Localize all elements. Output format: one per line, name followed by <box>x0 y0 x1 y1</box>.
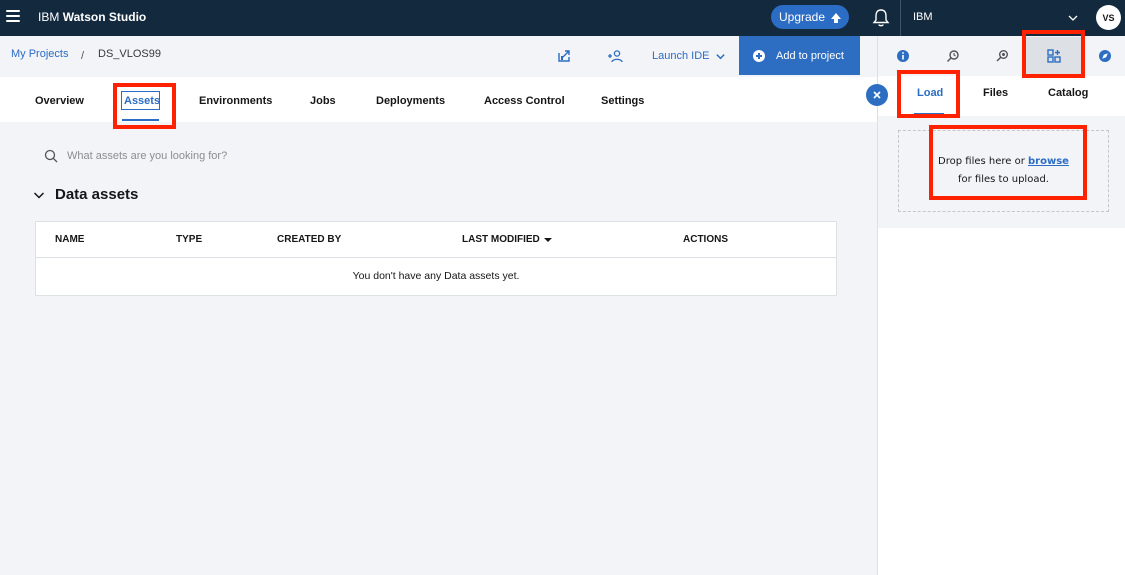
column-name: NAME <box>55 234 85 245</box>
upgrade-arrow-icon <box>831 13 842 23</box>
search-icon <box>44 149 58 163</box>
notifications-bell-icon[interactable] <box>872 8 890 28</box>
tab-jobs[interactable]: Jobs <box>310 95 336 107</box>
chevron-down-icon <box>716 53 726 59</box>
side-panel-tabs: Load Files Catalog <box>878 76 1125 116</box>
asset-search[interactable] <box>44 149 367 163</box>
browse-link[interactable]: browse <box>1028 156 1069 167</box>
data-assets-grid-icon[interactable] <box>1046 48 1062 64</box>
data-assets-table: NAME TYPE CREATED BY LAST MODIFIED ACTIO… <box>35 221 837 296</box>
tab-files[interactable]: Files <box>983 87 1008 99</box>
launch-ide-dropdown[interactable]: Launch IDE <box>652 50 726 62</box>
add-to-project-label: Add to project <box>776 49 844 62</box>
upgrade-button[interactable]: Upgrade <box>771 5 849 29</box>
column-last-modified-label: LAST MODIFIED <box>462 234 540 245</box>
launch-ide-label: Launch IDE <box>652 50 710 62</box>
project-header: My Projects / DS_VLOS99 Launch IDE Add t… <box>0 36 877 76</box>
tab-overview[interactable]: Overview <box>35 95 84 107</box>
add-circle-icon <box>753 49 765 62</box>
upgrade-label: Upgrade <box>778 10 826 24</box>
tab-catalog[interactable]: Catalog <box>1048 87 1088 99</box>
close-icon <box>873 91 881 99</box>
sort-descending-icon <box>543 237 552 242</box>
column-type: TYPE <box>176 234 203 245</box>
load-panel: Drop files here or browse for files to u… <box>878 116 1125 228</box>
product-brand[interactable]: IBM Watson Studio <box>38 10 146 24</box>
tab-settings[interactable]: Settings <box>601 95 644 107</box>
side-panel-toolbar <box>878 36 1125 76</box>
empty-table-message: You don't have any Data assets yet. <box>352 270 520 282</box>
hamburger-menu-icon[interactable] <box>6 9 20 23</box>
search-input[interactable] <box>67 150 367 162</box>
side-panel: Load Files Catalog Drop files here or br… <box>877 36 1125 575</box>
account-switcher[interactable]: IBM <box>913 11 933 23</box>
chevron-down-icon[interactable] <box>1067 12 1079 24</box>
find-replace-icon[interactable] <box>994 48 1010 64</box>
column-last-modified[interactable]: LAST MODIFIED <box>462 234 552 245</box>
active-tab-indicator <box>914 113 944 115</box>
tab-access-control[interactable]: Access Control <box>484 95 565 107</box>
compass-icon[interactable] <box>1097 48 1113 64</box>
breadcrumb-my-projects[interactable]: My Projects <box>11 48 68 60</box>
user-avatar[interactable]: VS <box>1096 5 1121 30</box>
collaborator-icon[interactable] <box>607 48 623 64</box>
active-tab-indicator <box>122 119 159 121</box>
dropzone-text-before: Drop files here or <box>938 156 1025 167</box>
breadcrumb-separator: / <box>81 50 85 62</box>
close-panel-button[interactable] <box>866 84 888 106</box>
topbar-divider <box>900 0 901 36</box>
column-actions: ACTIONS <box>683 234 728 245</box>
tab-deployments[interactable]: Deployments <box>376 95 445 107</box>
lookup-icon[interactable] <box>945 48 961 64</box>
chevron-down-icon <box>33 191 45 199</box>
column-created-by: CREATED BY <box>277 234 342 245</box>
add-to-project-button[interactable]: Add to project <box>739 36 860 75</box>
file-dropzone[interactable]: Drop files here or browse for files to u… <box>898 130 1109 212</box>
dropzone-line-1: Drop files here or browse <box>938 153 1069 171</box>
info-icon[interactable] <box>895 48 911 64</box>
export-icon[interactable] <box>556 48 572 64</box>
tab-environments[interactable]: Environments <box>199 95 272 107</box>
table-header: NAME TYPE CREATED BY LAST MODIFIED ACTIO… <box>36 222 836 258</box>
brand-prefix: IBM <box>38 10 60 24</box>
dropzone-text-after: for files to upload. <box>957 174 1049 185</box>
tab-assets[interactable]: Assets <box>124 95 160 107</box>
data-assets-toggle[interactable]: Data assets <box>33 186 138 203</box>
brand-name: Watson Studio <box>62 10 147 24</box>
section-title: Data assets <box>55 186 139 203</box>
top-bar: IBM Watson Studio Upgrade IBM VS <box>0 0 1125 36</box>
project-tabs: Overview Assets Environments Jobs Deploy… <box>0 77 877 122</box>
breadcrumb-current-project: DS_VLOS99 <box>98 48 161 60</box>
tab-load[interactable]: Load <box>917 87 943 99</box>
